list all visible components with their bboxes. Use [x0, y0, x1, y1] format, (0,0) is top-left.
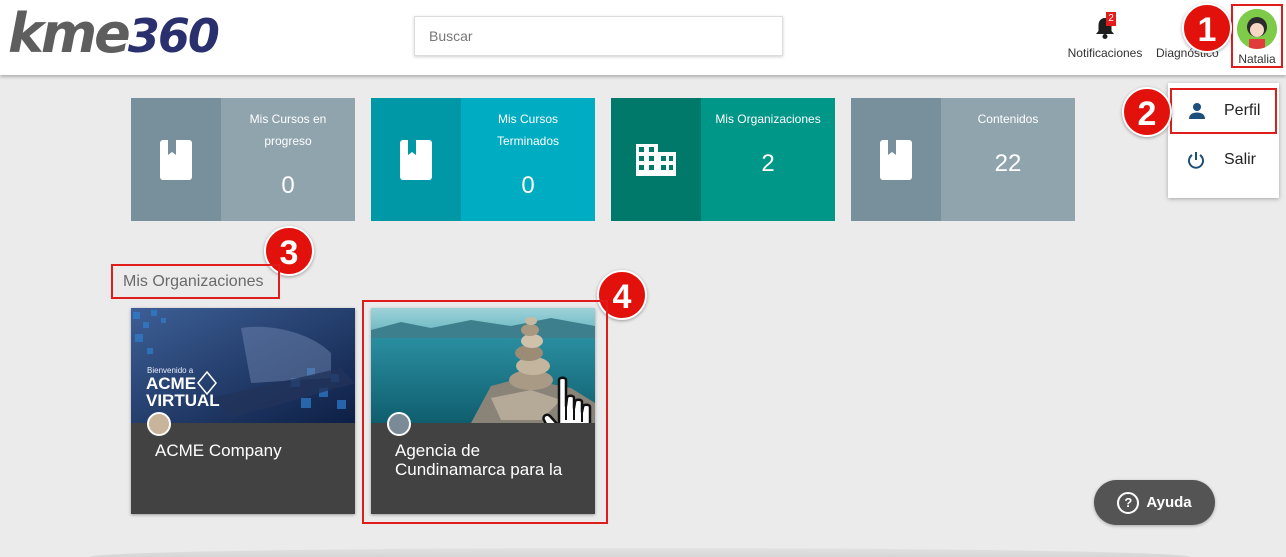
acme-diamond-icon — [197, 371, 217, 395]
org-name: Agencia de Cundinamarca para la — [395, 441, 563, 479]
help-label: Ayuda — [1146, 494, 1192, 511]
stat-value: 2 — [761, 150, 775, 177]
stat-title: Mis Cursos Terminados — [496, 112, 560, 148]
logo-text-360: 360 — [127, 9, 220, 63]
marker-1: 1 — [1182, 3, 1232, 53]
user-avatar — [1237, 9, 1277, 49]
stat-value: 0 — [281, 172, 295, 199]
help-button[interactable]: ? Ayuda — [1094, 480, 1215, 525]
org-avatar — [147, 412, 171, 436]
org-banner-stones — [371, 308, 595, 423]
org-name: ACME Company — [155, 441, 282, 460]
stat-tile-courses-finished[interactable]: Mis Cursos Terminados 0 — [371, 98, 595, 221]
org-avatar — [387, 412, 411, 436]
user-dropdown-menu: Perfil Salir — [1168, 83, 1279, 198]
org-card-acme[interactable]: Bienvenido a ACME VIRTUAL ACME Company — [131, 308, 355, 514]
question-icon: ? — [1117, 491, 1140, 514]
book-icon — [160, 139, 192, 180]
person-icon — [1189, 103, 1205, 119]
power-icon — [1188, 152, 1204, 169]
search-input[interactable]: Buscar — [414, 16, 783, 56]
stat-title: Contenidos — [977, 112, 1039, 126]
stat-tile-contents[interactable]: Contenidos 22 — [851, 98, 1075, 221]
stat-title: Mis Organizaciones — [715, 112, 821, 126]
top-header: kme360 Buscar 2 Notificaciones Diagnósti… — [0, 0, 1286, 75]
building-icon — [636, 143, 676, 176]
stat-value: 0 — [521, 172, 535, 199]
menu-item-salir-label: Salir — [1224, 151, 1257, 168]
section-title-organizations: Mis Organizaciones — [111, 264, 280, 299]
kme360-logo[interactable]: kme360 — [8, 2, 220, 68]
stat-tile-organizations[interactable]: Mis Organizaciones 2 — [611, 98, 835, 221]
stat-title: Mis Cursos en progreso — [249, 112, 327, 148]
book-icon — [880, 139, 912, 180]
acme-banner-title: ACME — [146, 374, 197, 393]
org-card-agencia[interactable]: Agencia de Cundinamarca para la — [371, 308, 595, 514]
search-placeholder: Buscar — [429, 28, 473, 44]
user-name: Natalia — [1238, 52, 1276, 66]
footer-shadow — [90, 548, 1190, 557]
menu-item-perfil-label: Perfil — [1224, 102, 1261, 119]
stat-value: 22 — [994, 150, 1022, 177]
notifications-badge: 2 — [1106, 12, 1116, 26]
menu-item-perfil[interactable]: Perfil — [1170, 88, 1277, 134]
marker-2: 2 — [1122, 87, 1172, 137]
logo-text-kme: kme — [8, 2, 131, 65]
book-icon — [400, 139, 432, 180]
acme-banner-subtitle: VIRTUAL — [146, 391, 220, 410]
org-banner-acme: Bienvenido a ACME VIRTUAL — [131, 308, 355, 423]
hand-cursor-icon — [542, 376, 592, 423]
user-menu-button[interactable]: Natalia — [1231, 4, 1283, 68]
menu-item-salir[interactable]: Salir — [1170, 137, 1277, 183]
stat-tile-courses-in-progress[interactable]: Mis Cursos en progreso 0 — [131, 98, 355, 221]
notifications-button[interactable]: 2 Notificaciones — [1062, 10, 1148, 65]
notifications-label: Notificaciones — [1067, 46, 1143, 60]
